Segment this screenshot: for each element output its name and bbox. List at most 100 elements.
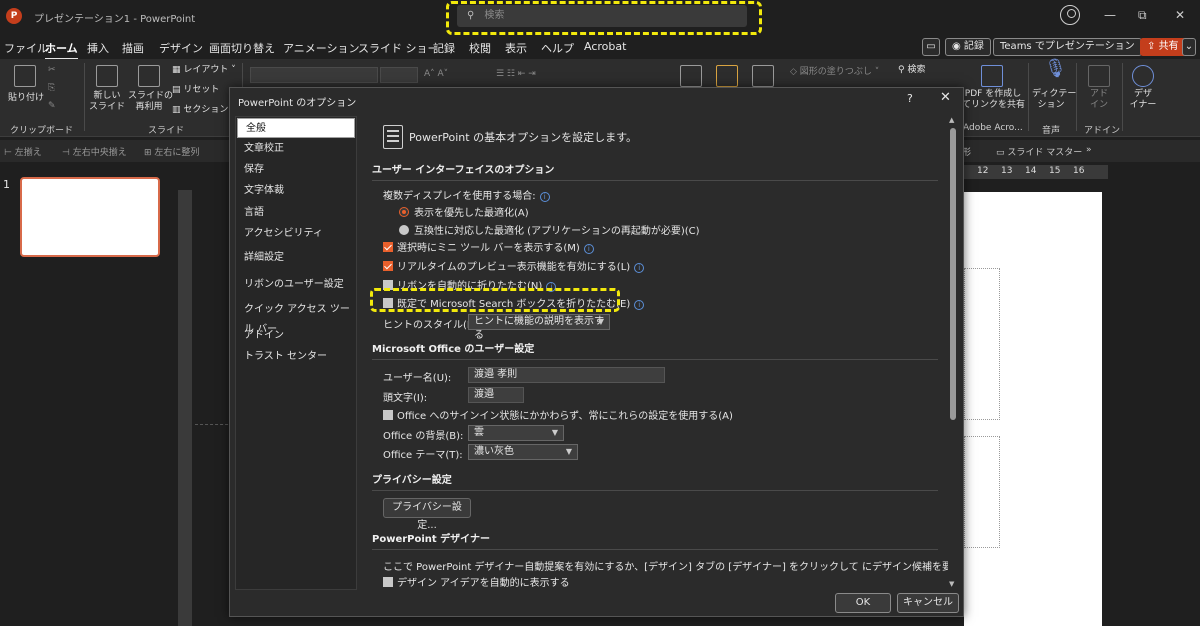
options-scrollbar[interactable]: ▲ ▼ xyxy=(948,116,958,590)
new-slide-button[interactable]: 新しい スライド xyxy=(86,91,128,113)
bullets-icon[interactable]: ☰ ☷ ⇤ ⇥ xyxy=(496,69,536,80)
ruler-tick: 15 xyxy=(1049,166,1061,176)
tab-view[interactable]: 表示 xyxy=(505,40,527,56)
multi-display-text: 複数ディスプレイを使用する場合: xyxy=(383,191,536,202)
scrollbar-thumb[interactable] xyxy=(950,128,956,420)
addins-button[interactable]: アド イン xyxy=(1082,89,1116,111)
font-grow-icon[interactable]: A˄ A˅ xyxy=(424,69,448,80)
slide-master-button[interactable]: ▭ スライド マスター xyxy=(996,145,1082,158)
cancel-button[interactable]: キャンセル xyxy=(897,593,959,613)
reset-button[interactable]: ▤ リセット xyxy=(172,85,219,96)
font-name-select[interactable] xyxy=(250,67,378,83)
shapes-icon[interactable] xyxy=(680,65,702,87)
record-button[interactable]: ◉ 記録 xyxy=(945,38,991,56)
copy-icon[interactable]: ⎘ xyxy=(48,83,55,94)
reuse-slide-button[interactable]: スライドの 再利用 xyxy=(128,91,173,113)
tab-draw[interactable]: 描画 xyxy=(122,40,144,56)
scroll-down-icon[interactable]: ▼ xyxy=(949,580,954,588)
live-preview-label: リアルタイムのプレビュー表示機能を有効にする(L) xyxy=(397,262,631,273)
distribute-button[interactable]: ⊞ 左右に整列 xyxy=(144,145,199,158)
section-divider xyxy=(372,490,938,491)
tab-slideshow[interactable]: スライド ショー xyxy=(358,40,439,56)
chevron-down-icon: ▼ xyxy=(597,317,604,326)
minimize-button[interactable]: — xyxy=(1104,8,1116,22)
tab-home[interactable]: ホーム xyxy=(45,40,78,60)
layout-button[interactable]: ▦ レイアウト ˅ xyxy=(172,65,236,76)
share-button[interactable]: ⇪ 共有 xyxy=(1140,38,1186,56)
tab-file[interactable]: ファイル xyxy=(4,40,48,56)
username-field[interactable]: 渡邉 孝則 xyxy=(468,367,665,383)
designer-button[interactable]: デザ イナー xyxy=(1126,89,1160,111)
initials-field[interactable]: 渡邉 xyxy=(468,387,524,403)
tab-acrobat[interactable]: Acrobat xyxy=(584,40,626,53)
font-size-select[interactable] xyxy=(380,67,418,83)
more-button[interactable]: » xyxy=(1086,145,1092,155)
comments-button[interactable]: ▭ xyxy=(922,38,940,56)
title-placeholder[interactable] xyxy=(964,268,1000,420)
restore-button[interactable]: ⧉ xyxy=(1138,8,1147,23)
subtitle-placeholder[interactable] xyxy=(964,436,1000,548)
tab-animations[interactable]: アニメーション xyxy=(283,40,360,56)
nav-quick-access-toolbar[interactable]: クイック アクセス ツール バー xyxy=(236,300,356,335)
find-button[interactable]: ⚲ 検索 xyxy=(898,65,925,76)
privacy-settings-button[interactable]: プライバシー設定... xyxy=(383,498,471,531)
close-window-button[interactable]: ✕ xyxy=(1175,8,1185,22)
nav-accessibility[interactable]: アクセシビリティ xyxy=(236,224,356,244)
ribbon-separator xyxy=(84,63,85,131)
section-button[interactable]: ▥ セクション ˅ xyxy=(172,105,236,116)
align-center-button[interactable]: ⊣ 左右中央揃え xyxy=(62,145,127,158)
tab-insert[interactable]: 挿入 xyxy=(87,40,109,56)
background-label: Office の背景(B): xyxy=(383,431,464,442)
format-painter-icon[interactable]: ✎ xyxy=(48,101,56,112)
cut-icon[interactable]: ✂ xyxy=(48,65,56,76)
nav-save[interactable]: 保存 xyxy=(236,160,356,180)
mini-toolbar-checkbox[interactable]: 選択時にミニ ツール バーを表示する(M) i xyxy=(383,239,594,254)
quick-styles-icon[interactable] xyxy=(752,65,774,87)
tab-help[interactable]: ヘルプ xyxy=(541,40,574,56)
theme-value: 濃い灰色 xyxy=(474,446,514,457)
info-icon: i xyxy=(634,263,645,273)
tooltip-style-select[interactable]: ヒントに機能の説明を表示する ▼ xyxy=(468,314,610,341)
options-header: PowerPoint の基本オプションを設定します。 xyxy=(409,131,637,144)
account-avatar[interactable] xyxy=(1060,5,1080,25)
teams-present-button[interactable]: Teams でプレゼンテーション xyxy=(993,38,1142,56)
shape-fill-button[interactable]: ◇ 図形の塗りつぶし ˅ xyxy=(790,67,879,78)
nav-typography[interactable]: 文字体裁 xyxy=(236,181,356,201)
nav-language[interactable]: 言語 xyxy=(236,203,356,223)
tab-review[interactable]: 校閲 xyxy=(469,40,491,56)
ok-button[interactable]: OK xyxy=(835,593,891,613)
theme-select[interactable]: 濃い灰色 ▼ xyxy=(468,444,578,460)
tab-record[interactable]: 記録 xyxy=(433,40,455,56)
background-select[interactable]: 雲 ▼ xyxy=(468,425,564,441)
share-label: 共有 xyxy=(1158,41,1179,52)
help-button[interactable]: ? xyxy=(907,92,913,105)
dialog-close-button[interactable]: ✕ xyxy=(940,90,951,105)
nav-advanced[interactable]: 詳細設定 xyxy=(236,248,356,268)
arrange-icon[interactable] xyxy=(716,65,738,87)
radio-optimize-compat[interactable]: 互換性に対応した最適化 (アプリケーションの再起動が必要)(C) xyxy=(399,222,700,237)
layout-label: レイアウト xyxy=(183,65,229,75)
collapse-ribbon-button[interactable]: ⌄ xyxy=(1182,38,1196,56)
always-use-checkbox[interactable]: Office へのサインイン状態にかかわらず、常にこれらの設定を使用する(A) xyxy=(383,407,733,422)
tab-transitions[interactable]: 画面切り替え xyxy=(209,40,275,56)
nav-trust-center[interactable]: トラスト センター xyxy=(236,347,356,367)
designer-auto-checkbox[interactable]: デザイン アイデアを自動的に表示する xyxy=(383,574,570,589)
nav-proofing[interactable]: 文章校正 xyxy=(236,139,356,159)
nav-addins[interactable]: アドイン xyxy=(236,326,356,346)
create-pdf-share-button[interactable]: PDF を作成し てリンクを共有 xyxy=(962,89,1025,111)
designer-auto-label: デザイン アイデアを自動的に表示する xyxy=(397,578,570,589)
paste-button[interactable]: 貼り付け xyxy=(6,93,46,104)
align-left-button[interactable]: ⊢ 左揃え xyxy=(4,145,42,158)
info-icon: i xyxy=(539,192,550,202)
slide-number: 1 xyxy=(3,178,10,191)
radio-optimize-appearance[interactable]: 表示を優先した最適化(A) xyxy=(399,204,529,219)
nav-general[interactable]: 全般 xyxy=(237,118,355,138)
dictation-button[interactable]: ディクテー ション xyxy=(1032,89,1076,111)
section-office-user-title: Microsoft Office のユーザー設定 xyxy=(372,344,535,355)
tab-design[interactable]: デザイン xyxy=(159,40,203,56)
slide-thumbnail[interactable] xyxy=(20,177,160,257)
nav-customize-ribbon[interactable]: リボンのユーザー設定 xyxy=(236,275,356,295)
slide-canvas[interactable] xyxy=(964,192,1102,626)
live-preview-checkbox[interactable]: リアルタイムのプレビュー表示機能を有効にする(L) i xyxy=(383,258,645,273)
scroll-up-icon[interactable]: ▲ xyxy=(949,116,954,124)
